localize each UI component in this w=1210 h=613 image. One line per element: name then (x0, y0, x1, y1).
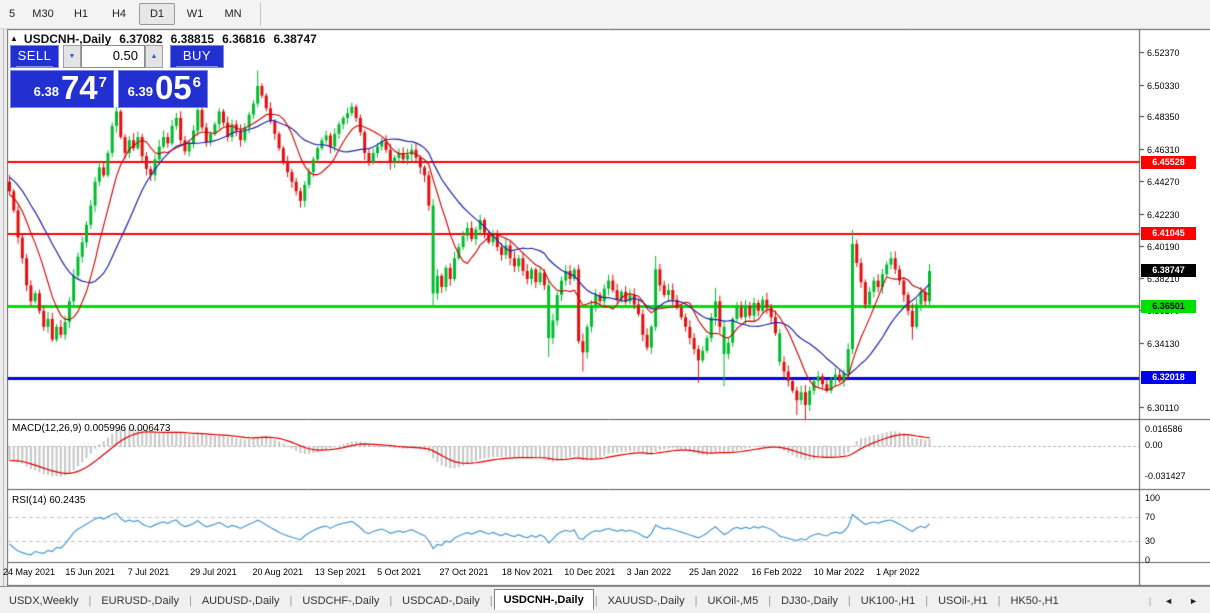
price-tick-label: 6.30110 (1147, 403, 1179, 413)
chart-tab-bar: USDX,Weekly|EURUSD-,Daily|AUDUSD-,Daily|… (0, 586, 1210, 613)
spread-increase-button[interactable]: ▲ (145, 45, 163, 68)
chart-tab-audusd-daily[interactable]: AUDUSD-,Daily (193, 592, 289, 610)
rsi-label: RSI(14) 60.2435 (12, 495, 85, 506)
price-tick-label: 6.50330 (1147, 81, 1180, 91)
macd-label: MACD(12,26,9) 0.005996 0.006473 (12, 423, 170, 434)
date-tick-label: 25 Jan 2022 (689, 567, 739, 577)
timeframe-button-d1[interactable]: D1 (139, 3, 175, 25)
tab-separator: | (1148, 596, 1152, 606)
timeframe-button-w1[interactable]: W1 (177, 3, 213, 25)
buy-price-prefix: 6.39 (128, 84, 153, 99)
date-tick-label: 3 Jan 2022 (627, 567, 672, 577)
rsi-axis-label: 0 (1145, 555, 1150, 565)
current-price-badge: 6.38747 (1141, 264, 1196, 277)
timeframe-toolbar: 5M30H1H4D1W1MN (0, 0, 1210, 29)
chart-tab-uk100-h1[interactable]: UK100-,H1 (852, 592, 924, 610)
timeframe-button-h1[interactable]: H1 (63, 3, 99, 25)
chart-tab-xauusd-daily[interactable]: XAUUSD-,Daily (599, 592, 694, 610)
chart-tab-ukoil-m5[interactable]: UKOil-,M5 (698, 592, 767, 610)
date-tick-label: 20 Aug 2021 (252, 567, 303, 577)
tab-scroll-controls: | ◄ ► (1148, 594, 1202, 608)
ohlc-open: 6.37082 (119, 32, 162, 46)
chart-tab-usdcnh-daily[interactable]: USDCNH-,Daily (494, 589, 594, 610)
price-tick-label: 6.48350 (1147, 112, 1180, 122)
sell-price-main: 74 (61, 73, 98, 103)
ohlc-high: 6.38815 (171, 32, 214, 46)
date-tick-label: 27 Oct 2021 (440, 567, 489, 577)
hline-price-badge: 6.32018 (1141, 371, 1196, 384)
chart-tab-hk50-h1[interactable]: HK50-,H1 (1001, 592, 1067, 610)
chevron-up-icon: ▲ (151, 53, 158, 60)
price-tick-label: 6.42230 (1147, 210, 1180, 220)
window-left-gutter (0, 28, 7, 586)
macd-axis-label: 0.00 (1145, 440, 1163, 450)
buy-price-box[interactable]: 6.39 05 6 (118, 70, 208, 108)
tab-scroll-left-icon[interactable]: ◄ (1160, 594, 1177, 608)
chart-title: ▲ USDCNH-,Daily 6.37082 6.38815 6.36816 … (10, 32, 317, 46)
buy-button[interactable]: BUY (170, 45, 224, 68)
price-tick-label: 6.52370 (1147, 48, 1180, 58)
date-tick-label: 15 Jun 2021 (65, 567, 115, 577)
macd-axis-label: 0.016586 (1145, 424, 1183, 434)
sell-price-pip: 7 (99, 74, 107, 91)
chart-tab-dj30-daily[interactable]: DJ30-,Daily (772, 592, 847, 610)
collapse-triangle-icon[interactable]: ▲ (10, 34, 18, 43)
timeframe-button-mn[interactable]: MN (215, 3, 251, 25)
hline-price-badge: 6.45528 (1141, 156, 1196, 169)
sell-button[interactable]: SELL (10, 45, 59, 68)
chart-tab-eurusd-daily[interactable]: EURUSD-,Daily (92, 592, 188, 610)
timeframe-button-5[interactable]: 5 (1, 3, 23, 25)
date-tick-label: 18 Nov 2021 (502, 567, 553, 577)
rsi-axis-label: 30 (1145, 536, 1155, 546)
date-tick-label: 24 May 2021 (3, 567, 55, 577)
hline-price-badge: 6.41045 (1141, 227, 1196, 240)
spread-input[interactable]: 0.50 (81, 45, 145, 68)
date-tick-label: 29 Jul 2021 (190, 567, 237, 577)
date-tick-label: 5 Oct 2021 (377, 567, 421, 577)
toolbar-separator (260, 2, 261, 26)
buy-price-main: 05 (155, 73, 192, 103)
date-tick-label: 10 Mar 2022 (814, 567, 865, 577)
buy-price-pip: 6 (193, 74, 201, 91)
chart-tab-usoil-h1[interactable]: USOil-,H1 (929, 592, 997, 610)
sell-price-prefix: 6.38 (34, 84, 59, 99)
timeframe-button-m30[interactable]: M30 (25, 3, 61, 25)
date-tick-label: 13 Sep 2021 (315, 567, 366, 577)
trading-platform-window: 5M30H1H4D1W1MN ▲ USDCNH-,Daily 6.37082 6… (0, 0, 1210, 613)
tab-scroll-right-icon[interactable]: ► (1185, 594, 1202, 608)
chart-tab-usdchf-daily[interactable]: USDCHF-,Daily (293, 592, 388, 610)
price-tick-label: 6.44270 (1147, 177, 1180, 187)
date-tick-label: 16 Feb 2022 (751, 567, 802, 577)
hline-price-badge: 6.36501 (1141, 300, 1196, 313)
chart-tab-usdcad-daily[interactable]: USDCAD-,Daily (393, 592, 489, 610)
sell-price-box[interactable]: 6.38 74 7 (10, 70, 114, 108)
chart-tab-usdx-weekly[interactable]: USDX,Weekly (0, 592, 87, 610)
price-tick-label: 6.34130 (1147, 339, 1180, 349)
date-tick-label: 10 Dec 2021 (564, 567, 615, 577)
ohlc-close: 6.38747 (273, 32, 316, 46)
date-tick-label: 7 Jul 2021 (128, 567, 170, 577)
ohlc-low: 6.36816 (222, 32, 265, 46)
spread-decrease-button[interactable]: ▼ (63, 45, 81, 68)
timeframe-button-h4[interactable]: H4 (101, 3, 137, 25)
chevron-down-icon: ▼ (69, 53, 76, 60)
rsi-axis-label: 70 (1145, 512, 1155, 522)
price-tick-label: 6.46310 (1147, 145, 1180, 155)
macd-axis-label: -0.031427 (1145, 471, 1186, 481)
symbol-period-label: USDCNH-,Daily (24, 32, 111, 46)
date-tick-label: 1 Apr 2022 (876, 567, 920, 577)
rsi-axis-label: 100 (1145, 493, 1160, 503)
price-tick-label: 6.40190 (1147, 242, 1180, 252)
